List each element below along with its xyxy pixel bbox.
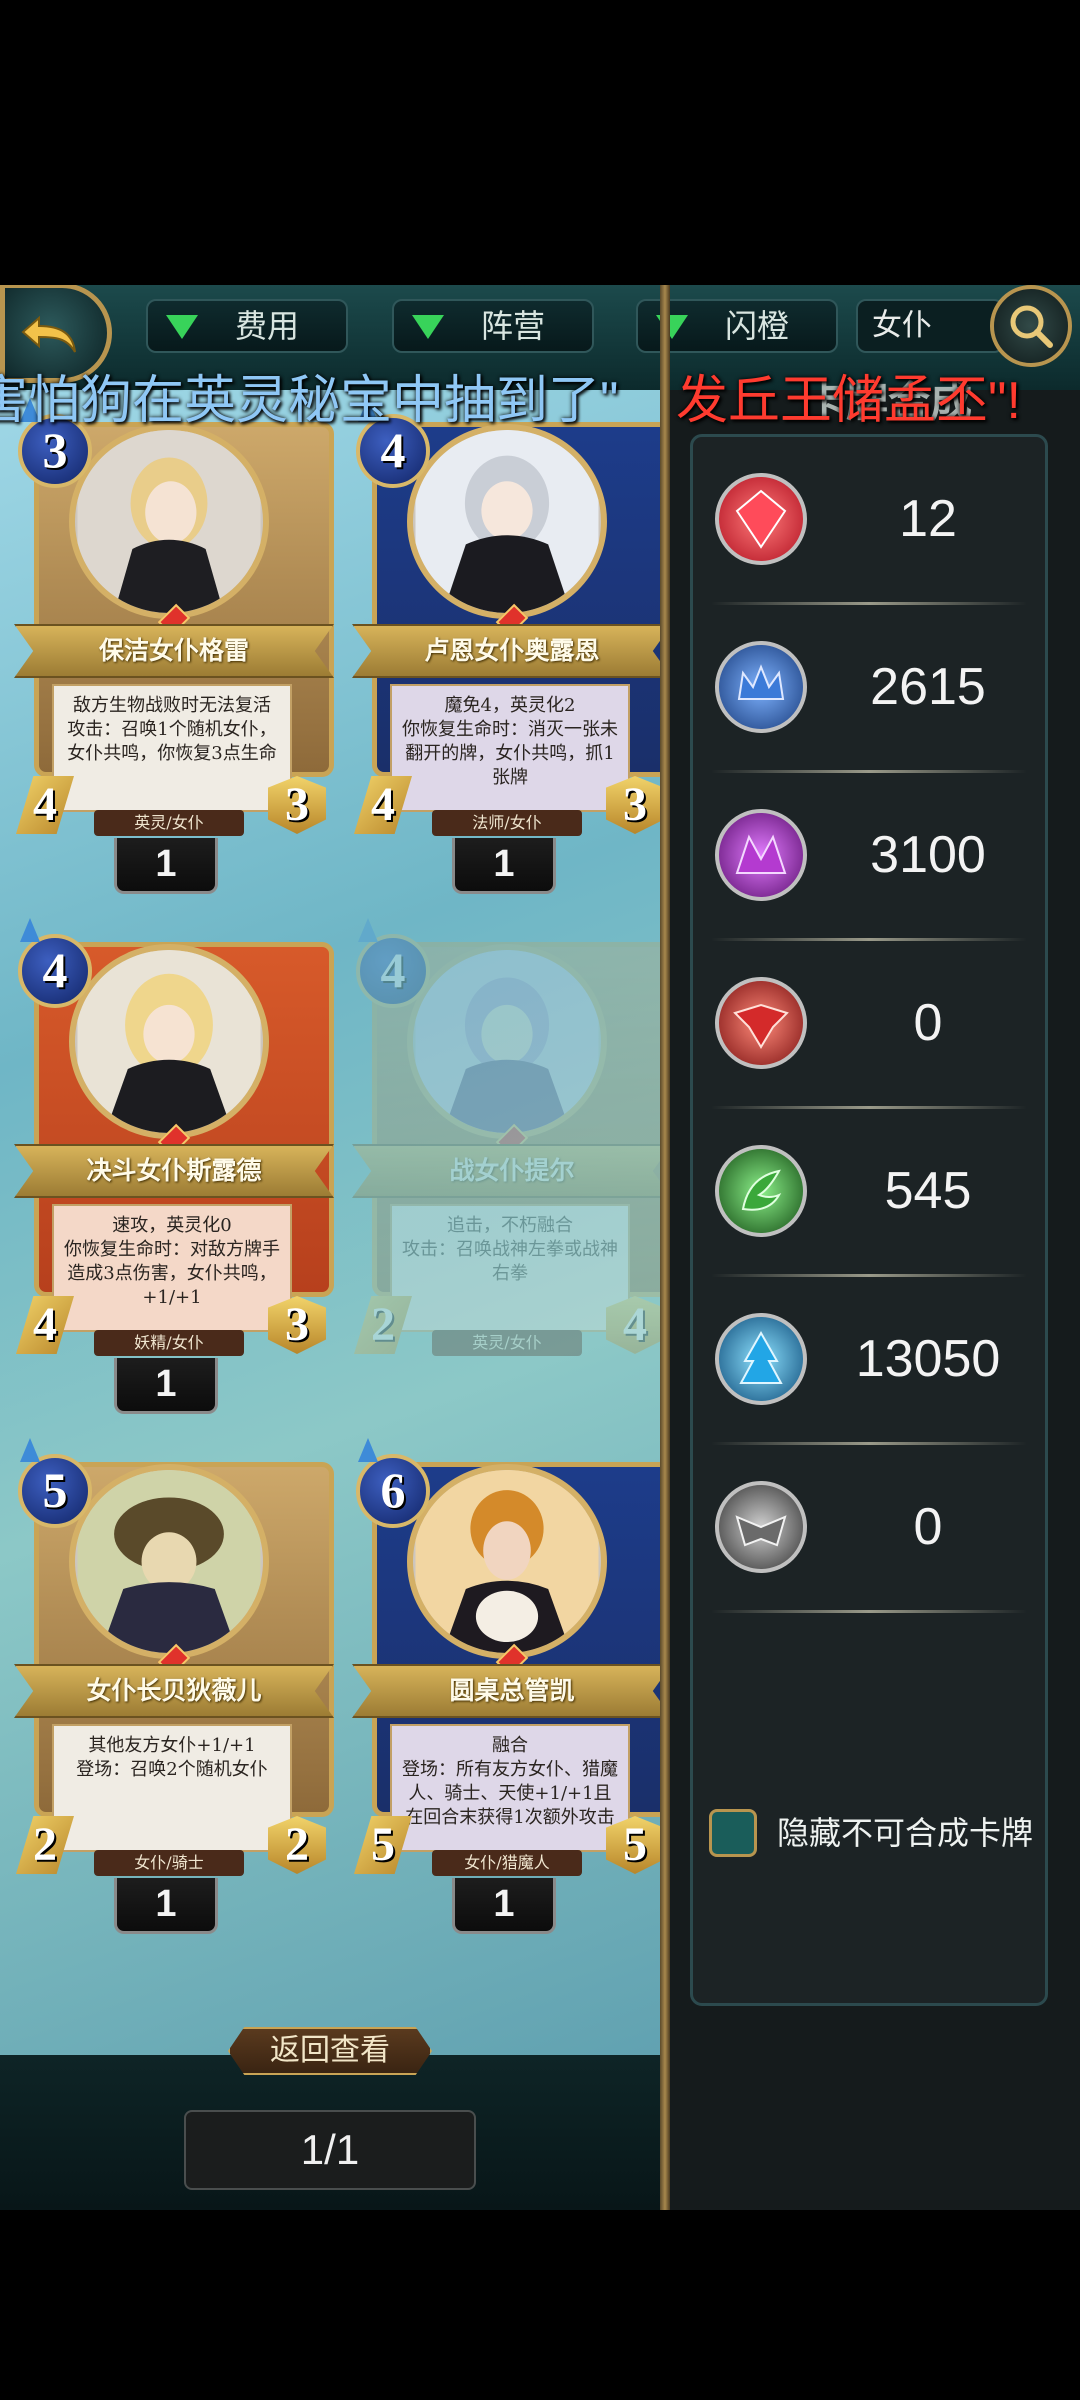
card-portrait bbox=[407, 944, 607, 1139]
marquee-text: 害怕狗在英灵秘宝中抽到了" bbox=[0, 372, 619, 430]
card-name: 战女仆提尔 bbox=[352, 1144, 672, 1198]
hide-uncraftable-toggle[interactable]: 隐藏不可合成卡牌 bbox=[709, 1803, 1049, 1863]
card-cost: 5 bbox=[18, 1438, 92, 1528]
card-description: 速攻，英灵化0 你恢复生命时：对敌方牌手造成3点伤害，女仆共鸣，+1/+1 bbox=[52, 1204, 292, 1332]
resource-value: 0 bbox=[913, 1498, 943, 1556]
hide-uncraftable-label: 隐藏不可合成卡牌 bbox=[777, 1815, 1034, 1851]
gray-emblem-icon bbox=[715, 1481, 807, 1573]
card-cost: 6 bbox=[356, 1438, 430, 1528]
card-item[interactable]: 6 圆桌总管凯 融合 登场：所有友方女仆、猎魔人、骑士、天使+1/+1且在回合末… bbox=[352, 1438, 672, 1934]
search-input[interactable]: 女仆 bbox=[856, 299, 1004, 353]
card-attack: 2 bbox=[354, 1296, 412, 1354]
card-count: 1 bbox=[114, 1358, 218, 1414]
card-item[interactable]: 4 决斗女仆斯露德 速攻，英灵化0 你恢复生命时：对敌方牌手造成3点伤害，女仆共… bbox=[14, 918, 334, 1414]
card-tribe: 法师/女仆 bbox=[432, 810, 582, 836]
panel-divider bbox=[660, 285, 670, 2210]
card-name: 决斗女仆斯露德 bbox=[14, 1144, 334, 1198]
resource-row: 13050 bbox=[693, 1277, 1045, 1445]
card-cost: 4 bbox=[18, 918, 92, 1008]
card-item[interactable]: 3 保洁女仆格雷 敌方生物战败时无法复活 攻击：召唤1个随机女仆，女仆共鸣，你恢… bbox=[14, 398, 334, 894]
resource-value: 12 bbox=[899, 490, 957, 548]
card-description: 融合 登场：所有友方女仆、猎魔人、骑士、天使+1/+1且在回合末获得1次额外攻击 bbox=[390, 1724, 630, 1852]
card-health: 5 bbox=[606, 1816, 664, 1874]
resource-row: 545 bbox=[693, 1109, 1045, 1277]
card-name: 保洁女仆格雷 bbox=[14, 624, 334, 678]
collection-screen: 费用 阵营 闪橙 女仆 害怕狗在英灵秘宝中抽到了" 发丘王储孟丕"! 3 保洁女… bbox=[0, 285, 1080, 2210]
card-grid: 3 保洁女仆格雷 敌方生物战败时无法复活 攻击：召唤1个随机女仆，女仆共鸣，你恢… bbox=[0, 390, 672, 2090]
card-tribe: 妖精/女仆 bbox=[94, 1330, 244, 1356]
return-view-button[interactable]: 返回查看 bbox=[228, 2027, 432, 2075]
card-item[interactable]: 4 卢恩女仆奥露恩 魔免4，英灵化2 你恢复生命时：消灭一张未翻开的牌，女仆共鸣… bbox=[352, 398, 672, 894]
craft-panel: 卡牌合成 12 2615 3100 0 545 13050 0 隐藏不可合成卡牌 bbox=[670, 378, 1080, 2210]
card-portrait bbox=[69, 424, 269, 619]
card-name: 卢恩女仆奥露恩 bbox=[352, 624, 672, 678]
card-tribe: 女仆/猎魔人 bbox=[432, 1850, 582, 1876]
resource-value: 13050 bbox=[855, 1330, 1001, 1388]
blue-crown-icon bbox=[715, 641, 807, 733]
card-attack: 5 bbox=[354, 1816, 412, 1874]
card-health: 3 bbox=[606, 776, 664, 834]
card-portrait bbox=[69, 1464, 269, 1659]
card-description: 追击，不朽融合 攻击：召唤战神左拳或战神右拳 bbox=[390, 1204, 630, 1332]
card-health: 3 bbox=[268, 1296, 326, 1354]
card-health: 3 bbox=[268, 776, 326, 834]
resource-row: 2615 bbox=[693, 605, 1045, 773]
purple-emblem-icon bbox=[715, 809, 807, 901]
card-name: 圆桌总管凯 bbox=[352, 1664, 672, 1718]
card-count: 1 bbox=[452, 1878, 556, 1934]
search-button[interactable] bbox=[990, 285, 1072, 367]
card-tribe: 英灵/女仆 bbox=[94, 810, 244, 836]
card-tribe: 女仆/骑士 bbox=[94, 1850, 244, 1876]
card-portrait bbox=[69, 944, 269, 1139]
resource-list: 12 2615 3100 0 545 13050 0 隐藏不可合成卡牌 bbox=[690, 434, 1048, 2006]
card-attack: 4 bbox=[354, 776, 412, 834]
card-count: 1 bbox=[452, 838, 556, 894]
resource-value: 0 bbox=[913, 994, 943, 1052]
card-cost: 4 bbox=[356, 918, 430, 1008]
card-description: 敌方生物战败时无法复活 攻击：召唤1个随机女仆，女仆共鸣，你恢复3点生命 bbox=[52, 684, 292, 812]
broadcast-marquee: 害怕狗在英灵秘宝中抽到了" 发丘王储孟丕"! bbox=[0, 369, 1080, 433]
filter-faction-button[interactable]: 阵营 bbox=[392, 299, 594, 353]
card-item[interactable]: 5 女仆长贝狄薇儿 其他友方女仆+1/+1 登场：召唤2个随机女仆 2 2 女仆… bbox=[14, 1438, 334, 1934]
checkbox[interactable] bbox=[709, 1809, 757, 1857]
resource-row: 0 bbox=[693, 1445, 1045, 1613]
resource-value: 545 bbox=[884, 1162, 972, 1220]
card-portrait bbox=[407, 1464, 607, 1659]
resource-value: 3100 bbox=[870, 826, 986, 884]
resource-row: 3100 bbox=[693, 773, 1045, 941]
page-indicator: 1/1 bbox=[184, 2110, 476, 2190]
resource-row: 12 bbox=[693, 437, 1045, 605]
card-count: 1 bbox=[114, 1878, 218, 1934]
card-portrait bbox=[407, 424, 607, 619]
green-emblem-icon bbox=[715, 1145, 807, 1237]
card-health: 4 bbox=[606, 1296, 664, 1354]
card-description: 其他友方女仆+1/+1 登场：召唤2个随机女仆 bbox=[52, 1724, 292, 1852]
marquee-card-name: 发丘王储孟丕"! bbox=[676, 372, 1021, 430]
card-item-unowned[interactable]: 4 战女仆提尔 追击，不朽融合 攻击：召唤战神左拳或战神右拳 2 4 英灵/女仆 bbox=[352, 918, 672, 1372]
resource-value: 2615 bbox=[870, 658, 986, 716]
back-arrow-icon bbox=[21, 315, 76, 353]
card-count: 1 bbox=[114, 838, 218, 894]
red-gem-icon bbox=[715, 473, 807, 565]
card-name: 女仆长贝狄薇儿 bbox=[14, 1664, 334, 1718]
card-health: 2 bbox=[268, 1816, 326, 1874]
cyan-emblem-icon bbox=[715, 1313, 807, 1405]
resource-row: 0 bbox=[693, 941, 1045, 1109]
red-emblem-icon bbox=[715, 977, 807, 1069]
search-icon bbox=[1010, 305, 1053, 348]
filter-cost-button[interactable]: 费用 bbox=[146, 299, 348, 353]
card-tribe: 英灵/女仆 bbox=[432, 1330, 582, 1356]
card-description: 魔免4，英灵化2 你恢复生命时：消灭一张未翻开的牌，女仆共鸣，抓1张牌 bbox=[390, 684, 630, 812]
